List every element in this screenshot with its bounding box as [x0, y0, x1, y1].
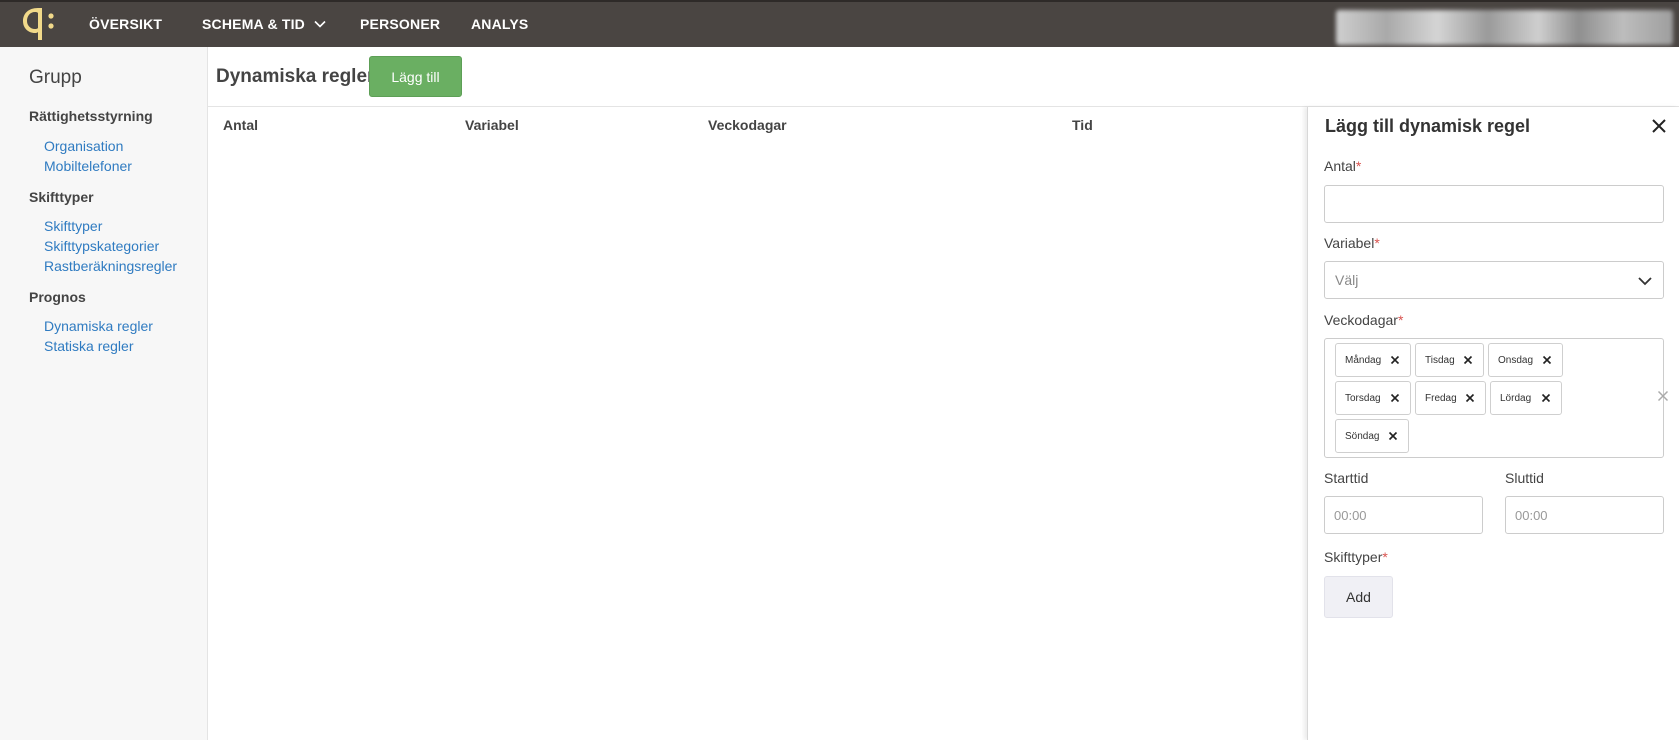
column-header-veckodagar[interactable]: Veckodagar: [708, 117, 787, 133]
top-navbar: ÖVERSIKT SCHEMA & TID PERSONER ANALYS: [0, 0, 1679, 47]
weekday-chip-label: Fredag: [1425, 392, 1457, 404]
veckodagar-label-text: Veckodagar: [1324, 312, 1398, 328]
required-mark: *: [1355, 158, 1362, 174]
add-skifttyp-button[interactable]: Add: [1324, 576, 1393, 618]
antal-label-text: Antal: [1324, 158, 1356, 174]
sidebar-title: Grupp: [29, 67, 82, 88]
page-title: Dynamiska regler: [216, 66, 375, 87]
remove-icon[interactable]: [1386, 429, 1400, 443]
nav-oversikt-label: ÖVERSIKT: [89, 16, 163, 32]
weekday-chip-torsdag: Torsdag: [1335, 381, 1411, 415]
variabel-select-placeholder: Välj: [1335, 272, 1359, 288]
weekday-chip-tisdag: Tisdag: [1415, 343, 1484, 377]
nav-oversikt[interactable]: ÖVERSIKT: [89, 16, 162, 32]
weekday-chip-sondag: Söndag: [1335, 419, 1409, 453]
sidebar-link-rastberakningsregler[interactable]: Rastberäkningsregler: [44, 258, 177, 274]
starttid-label: Starttid: [1324, 470, 1369, 486]
skifttyper-label: Skifttyper*: [1324, 549, 1388, 565]
sidebar-link-skifttypskategorier[interactable]: Skifttypskategorier: [44, 238, 159, 254]
chevron-down-icon: [314, 20, 326, 28]
logo-icon[interactable]: [18, 2, 60, 47]
remove-icon[interactable]: [1461, 353, 1475, 367]
sidebar-section-skifttyper: Skifttyper: [29, 189, 94, 205]
variabel-label-text: Variabel: [1324, 235, 1375, 251]
sluttid-input[interactable]: [1505, 496, 1664, 534]
variabel-label: Variabel*: [1324, 235, 1380, 251]
sluttid-label: Sluttid: [1505, 470, 1544, 486]
nav-schema-tid[interactable]: SCHEMA & TID: [202, 16, 327, 32]
weekday-chip-label: Måndag: [1345, 354, 1382, 366]
remove-icon[interactable]: [1388, 391, 1402, 405]
remove-icon[interactable]: [1388, 353, 1402, 367]
antal-label: Antal*: [1324, 158, 1361, 174]
add-rule-button[interactable]: Lägg till: [369, 56, 462, 97]
antal-input[interactable]: [1324, 185, 1664, 223]
weekday-chip-mandag: Måndag: [1335, 343, 1411, 377]
panel-title: Lägg till dynamisk regel: [1325, 116, 1531, 136]
skifttyper-label-text: Skifttyper: [1324, 549, 1383, 565]
add-rule-panel: Lägg till dynamisk regel Antal* Variabel…: [1307, 107, 1679, 740]
weekday-chip-label: Tisdag: [1425, 354, 1455, 366]
nav-analys-label: ANALYS: [471, 16, 529, 32]
column-header-antal[interactable]: Antal: [223, 117, 258, 133]
weekday-chip-label: Söndag: [1345, 430, 1380, 442]
sidebar-link-mobiltelefoner[interactable]: Mobiltelefoner: [44, 158, 132, 174]
weekday-chip-label: Torsdag: [1345, 392, 1381, 404]
weekday-chip-fredag: Fredag: [1415, 381, 1486, 415]
sidebar-section-rattighetsstyrning: Rättighetsstyrning: [29, 108, 153, 124]
sidebar-link-skifttyper[interactable]: Skifttyper: [44, 218, 102, 234]
weekday-chip-label: Lördag: [1500, 392, 1532, 404]
sidebar-link-statiska-regler[interactable]: Statiska regler: [44, 338, 133, 354]
sidebar-link-dynamiska-regler[interactable]: Dynamiska regler: [44, 318, 153, 334]
required-mark: *: [1382, 549, 1388, 565]
weekday-chip-onsdag: Onsdag: [1488, 343, 1563, 377]
user-menu[interactable]: [1336, 10, 1673, 45]
column-header-variabel[interactable]: Variabel: [465, 117, 519, 133]
nav-schema-tid-label: SCHEMA & TID: [202, 16, 305, 32]
chevron-down-icon: [1638, 277, 1652, 286]
sidebar-section-prognos: Prognos: [29, 289, 86, 305]
column-header-tid[interactable]: Tid: [1072, 117, 1093, 133]
nav-analys[interactable]: ANALYS: [471, 16, 528, 32]
remove-icon[interactable]: [1463, 391, 1477, 405]
remove-icon[interactable]: [1539, 391, 1553, 405]
weekday-chip-lordag: Lördag: [1490, 381, 1562, 415]
starttid-input[interactable]: [1324, 496, 1483, 534]
weekday-chip-label: Onsdag: [1498, 354, 1534, 366]
sidebar-link-organisation[interactable]: Organisation: [44, 138, 123, 154]
required-mark: *: [1374, 235, 1380, 251]
variabel-select[interactable]: Välj: [1324, 261, 1664, 299]
remove-icon[interactable]: [1540, 353, 1554, 367]
nav-personer[interactable]: PERSONER: [360, 16, 440, 32]
clear-all-icon[interactable]: [1657, 390, 1669, 402]
nav-personer-label: PERSONER: [360, 16, 441, 32]
required-mark: *: [1397, 312, 1404, 328]
veckodagar-multiselect[interactable]: Måndag Tisdag Onsdag Torsdag Fredag Lörd…: [1324, 338, 1669, 458]
sidebar: Grupp Rättighetsstyrning Organisation Mo…: [0, 47, 208, 740]
close-icon[interactable]: [1650, 117, 1668, 135]
veckodagar-label: Veckodagar*: [1324, 312, 1403, 328]
